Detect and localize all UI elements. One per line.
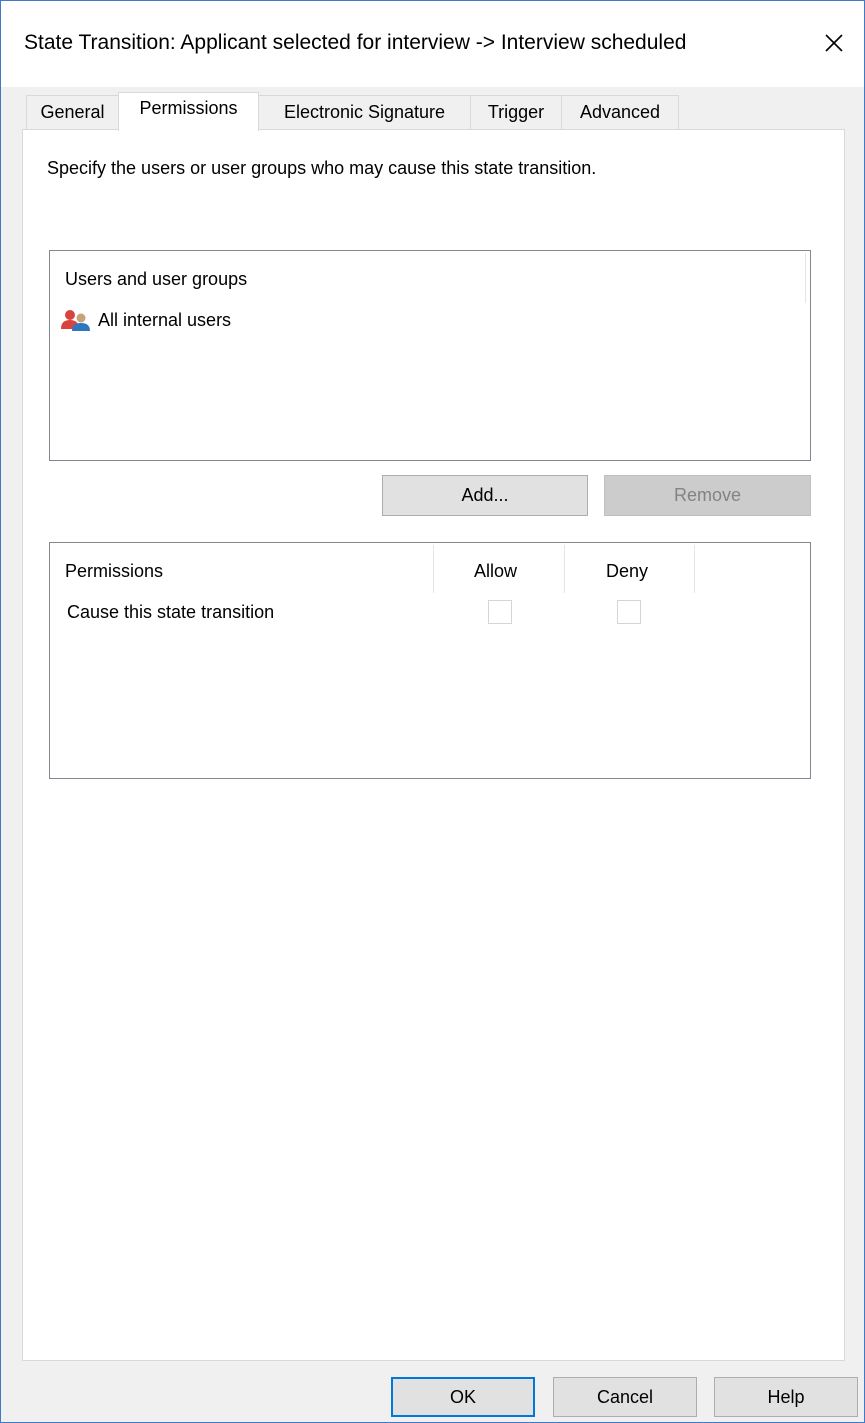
list-item[interactable]: All internal users — [60, 309, 231, 331]
column-separator — [433, 545, 434, 593]
tab-label: General — [40, 102, 105, 122]
column-separator — [564, 545, 565, 593]
user-group-icon — [61, 310, 90, 331]
permission-row-label: Cause this state transition — [67, 602, 275, 622]
title-bar: State Transition: Applicant selected for… — [1, 1, 864, 87]
tab-label: Permissions — [139, 98, 238, 118]
ok-button[interactable]: OK — [391, 1377, 535, 1417]
dialog-window: State Transition: Applicant selected for… — [0, 0, 865, 1423]
add-button[interactable]: Add... — [382, 475, 588, 516]
column-header-allow: Allow — [474, 561, 518, 581]
tab-electronic-signature[interactable]: Electronic Signature — [258, 95, 471, 129]
cancel-button[interactable]: Cancel — [553, 1377, 697, 1417]
list-item-label: All internal users — [98, 309, 232, 330]
deny-checkbox[interactable] — [617, 600, 641, 624]
help-button-label: Help — [767, 1386, 805, 1407]
list-column-divider — [805, 253, 806, 303]
users-listbox[interactable]: Users and user groups All internal users — [49, 250, 811, 461]
ok-button-label: OK — [449, 1386, 476, 1407]
close-icon — [825, 34, 843, 52]
allow-checkbox[interactable] — [488, 600, 512, 624]
tab-label: Trigger — [487, 102, 545, 122]
tab-permissions[interactable]: Permissions — [118, 92, 259, 131]
instructions-text: Specify the users or user groups who may… — [47, 158, 597, 178]
users-list-header: Users and user groups — [65, 269, 248, 289]
column-header-deny: Deny — [606, 561, 649, 581]
tab-trigger[interactable]: Trigger — [470, 95, 562, 129]
window-title: State Transition: Applicant selected for… — [24, 31, 687, 54]
column-separator — [694, 545, 695, 593]
tab-advanced[interactable]: Advanced — [561, 95, 679, 129]
remove-button-label: Remove — [673, 485, 742, 505]
column-header-permissions: Permissions — [65, 561, 164, 581]
add-button-label: Add... — [461, 485, 509, 505]
help-button[interactable]: Help — [714, 1377, 858, 1417]
permissions-table: Permissions Allow Deny Cause this state … — [49, 542, 811, 779]
remove-button[interactable]: Remove — [604, 475, 811, 516]
cancel-button-label: Cancel — [596, 1386, 654, 1407]
tab-label: Advanced — [579, 102, 661, 122]
close-button[interactable] — [804, 13, 864, 73]
tab-label: Electronic Signature — [283, 102, 446, 122]
tab-general[interactable]: General — [26, 95, 119, 129]
